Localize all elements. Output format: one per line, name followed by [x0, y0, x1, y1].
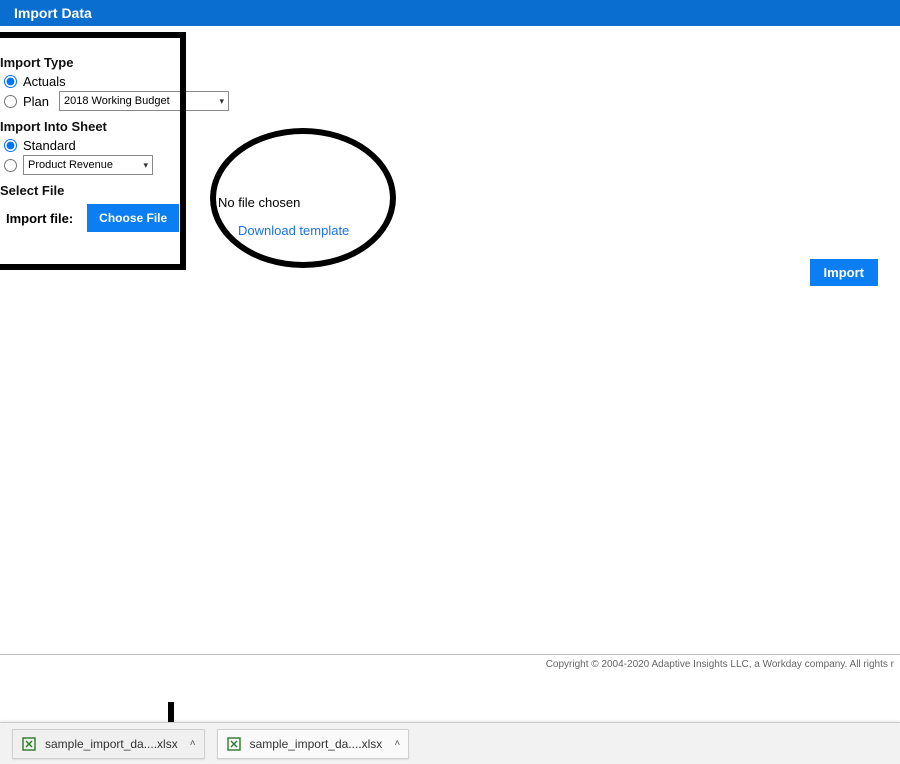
page-title: Import Data [14, 5, 92, 21]
import-into-group: Import Into Sheet Standard Product Reven… [0, 119, 884, 175]
sheet-select[interactable]: Product Revenue ▾ [23, 155, 153, 175]
download-item-2[interactable]: sample_import_da....xlsx ˄ [217, 729, 410, 759]
page-header: Import Data [0, 0, 900, 26]
header-spacer [0, 26, 900, 39]
radio-plan[interactable] [4, 95, 17, 108]
copyright-text: Copyright © 2004-2020 Adaptive Insights … [546, 659, 894, 670]
radio-standard[interactable] [4, 139, 17, 152]
radio-standard-label: Standard [23, 138, 76, 153]
footer-copyright: Copyright © 2004-2020 Adaptive Insights … [0, 654, 900, 702]
chevron-down-icon: ▾ [220, 96, 225, 107]
choose-file-button[interactable]: Choose File [87, 204, 179, 232]
no-file-text: No file chosen [218, 195, 300, 210]
chevron-down-icon: ▾ [143, 160, 148, 171]
plan-select[interactable]: 2018 Working Budget ▾ [59, 91, 229, 111]
download-template-link[interactable]: Download template [238, 223, 349, 238]
radio-sheet[interactable] [4, 159, 17, 172]
select-file-heading: Select File [0, 183, 884, 198]
chevron-up-icon: ˄ [394, 738, 400, 749]
excel-file-icon [21, 736, 37, 752]
import-type-heading: Import Type [0, 55, 884, 70]
radio-actuals-label: Actuals [23, 74, 66, 89]
plan-select-value: 2018 Working Budget [64, 95, 170, 107]
download-item-1[interactable]: sample_import_da....xlsx ˄ [12, 729, 205, 759]
download-item-1-name: sample_import_da....xlsx [45, 737, 178, 751]
import-file-label: Import file: [6, 211, 73, 226]
radio-actuals[interactable] [4, 75, 17, 88]
import-into-heading: Import Into Sheet [0, 119, 884, 134]
import-form: Import Type Actuals Plan 2018 Working Bu… [0, 39, 900, 232]
browser-download-bar: sample_import_da....xlsx ˄ sample_import… [0, 722, 900, 764]
excel-file-icon [226, 736, 242, 752]
chevron-up-icon: ˄ [190, 738, 196, 749]
select-file-group: Select File Import file: Choose File [0, 183, 884, 232]
download-item-2-name: sample_import_da....xlsx [250, 737, 383, 751]
import-button[interactable]: Import [810, 259, 878, 286]
import-type-group: Import Type Actuals Plan 2018 Working Bu… [0, 55, 884, 111]
radio-plan-label: Plan [23, 94, 49, 109]
sheet-select-value: Product Revenue [28, 159, 113, 171]
